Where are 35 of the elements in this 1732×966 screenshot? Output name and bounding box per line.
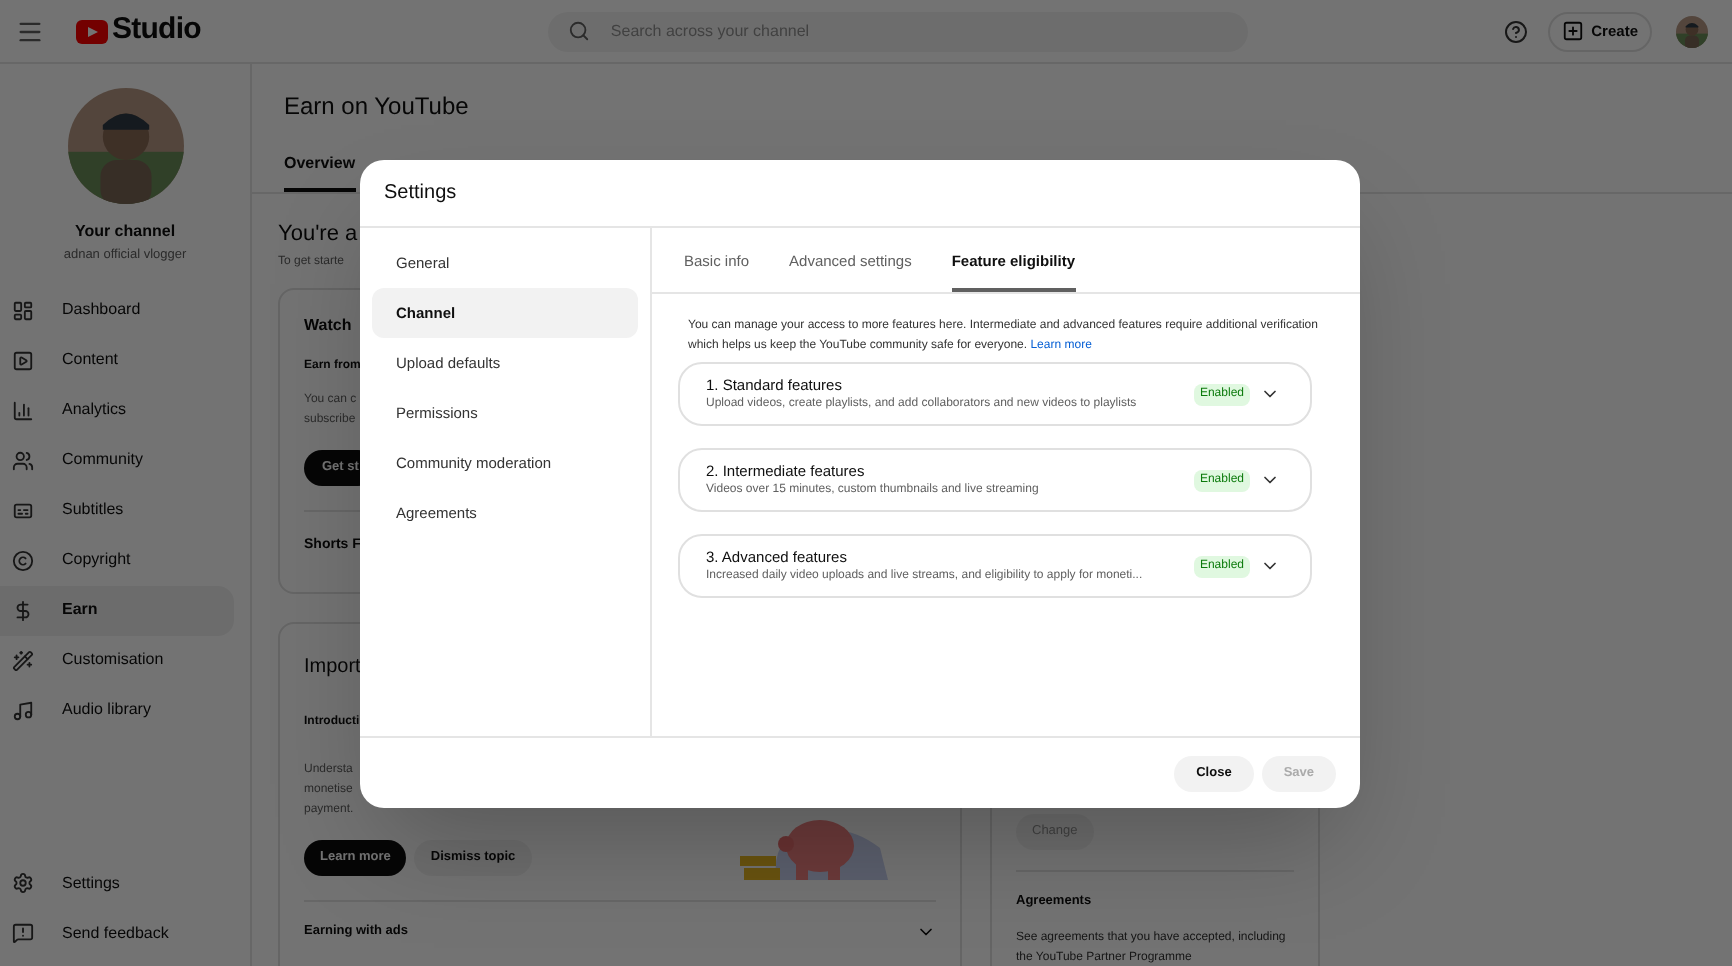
page-title: Earn on YouTube (284, 90, 471, 124)
section-heading: You're a (278, 220, 360, 250)
nav-item[interactable]: Community (0, 435, 234, 486)
nav-item[interactable]: Analytics (0, 385, 234, 436)
dollar-icon (12, 599, 34, 622)
nav-item[interactable]: Audio library (0, 685, 234, 736)
logo-icon (76, 19, 108, 43)
captions-icon (12, 499, 34, 522)
wand-icon (12, 649, 34, 672)
card-title: Import (304, 654, 361, 682)
nav-item[interactable]: Dashboard (0, 285, 234, 336)
feedback-icon (12, 922, 34, 944)
settings-icon (12, 872, 34, 894)
logo-text: Studio (112, 10, 201, 51)
nav-item[interactable]: Settings (0, 858, 250, 908)
add-video-icon (1561, 20, 1584, 42)
dialog-title: Settings (384, 180, 457, 208)
card-title: Watch (304, 313, 352, 337)
menu-icon[interactable] (16, 17, 44, 45)
channel-title: Your channel (74, 220, 176, 244)
nav-item[interactable]: Content (0, 335, 234, 386)
play-square-icon (12, 349, 34, 372)
people-icon (12, 449, 34, 472)
nav-item[interactable]: Copyright (0, 535, 234, 586)
nav-item[interactable]: Earn (0, 585, 234, 636)
search-icon (568, 20, 591, 42)
dashboard-icon (12, 299, 34, 322)
music-note-icon (12, 699, 34, 722)
page-tab[interactable]: Overview (284, 152, 356, 192)
nav-item[interactable]: Subtitles (0, 485, 234, 536)
copyright-icon (12, 549, 34, 572)
nav-item[interactable]: Customisation (0, 635, 234, 686)
nav-item[interactable]: Send feedback (0, 908, 250, 958)
help-icon[interactable] (1503, 19, 1528, 43)
bar-chart-icon (12, 399, 34, 422)
